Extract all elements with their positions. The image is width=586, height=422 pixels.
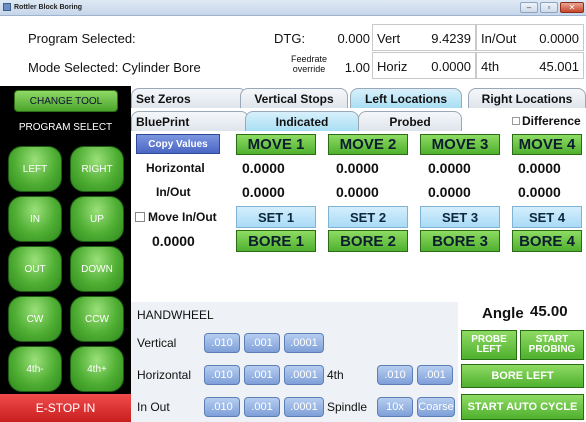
spindle-coarse-button[interactable]: Coarse: [417, 397, 455, 417]
horizontal-inc-010-button[interactable]: .010: [204, 365, 240, 385]
close-button[interactable]: ✕: [560, 2, 584, 13]
vertical-inc-010-button[interactable]: .010: [204, 333, 240, 353]
fourth-value: 45.001: [539, 59, 579, 74]
vert-readout: Vert 9.4239: [372, 24, 476, 51]
horiz-value: 0.0000: [431, 59, 471, 74]
fourth-label: 4th: [481, 59, 500, 74]
horizontal-inc-001-button[interactable]: .001: [244, 365, 280, 385]
bore-4-button[interactable]: BORE 4: [512, 230, 582, 252]
move-4-button[interactable]: MOVE 4: [512, 134, 582, 155]
inout-value-4: 0.0000: [518, 184, 561, 200]
jog-down-button[interactable]: DOWN: [70, 246, 124, 292]
move-inout-label: Move In/Out: [148, 210, 217, 224]
jog-sidebar: CHANGE TOOL PROGRAM SELECT LEFT RIGHT IN…: [0, 86, 131, 422]
app-icon: [3, 3, 11, 11]
vert-value: 9.4239: [431, 31, 471, 46]
title-bar: Rottler Block Boring – ▫ ✕: [0, 0, 586, 16]
bore-2-button[interactable]: BORE 2: [328, 230, 408, 252]
jog-left-button[interactable]: LEFT: [8, 146, 62, 192]
horizontal-value-1: 0.0000: [242, 160, 285, 176]
set-3-button[interactable]: SET 3: [420, 206, 500, 228]
vert-label: Vert: [377, 31, 401, 46]
inout-readout: In/Out 0.0000: [476, 24, 584, 51]
angle-value: 45.00: [530, 303, 568, 320]
jog-right-button[interactable]: RIGHT: [70, 146, 124, 192]
bore-3-button[interactable]: BORE 3: [420, 230, 500, 252]
difference-checkbox[interactable]: [512, 117, 520, 125]
horizontal-inc-0001-button[interactable]: .0001: [284, 365, 324, 385]
handwheel-spindle-label: Spindle: [327, 400, 368, 414]
jog-in-button[interactable]: IN: [8, 196, 62, 242]
start-auto-cycle-button[interactable]: START AUTO CYCLE: [461, 394, 584, 420]
jog-fourth-plus-button[interactable]: 4th+: [70, 346, 124, 392]
horizontal-value-3: 0.0000: [428, 160, 471, 176]
window-title: Rottler Block Boring: [14, 4, 83, 11]
handwheel-inout-label: In Out: [137, 400, 170, 414]
inout-value: 0.0000: [539, 31, 579, 46]
move-inout-checkbox[interactable]: [135, 212, 145, 222]
handwheel-panel: HANDWHEEL Vertical Horizontal In Out .01…: [131, 302, 458, 422]
set-1-button[interactable]: SET 1: [236, 206, 316, 228]
move-2-button[interactable]: MOVE 2: [328, 134, 408, 155]
inout-row-label: In/Out: [156, 185, 191, 199]
program-selected-label: Program Selected:: [28, 31, 136, 46]
tab-left-locations[interactable]: Left Locations: [350, 88, 462, 108]
horiz-readout: Horiz 0.0000: [372, 52, 476, 79]
tab-set-zeros[interactable]: Set Zeros: [131, 88, 247, 108]
tab-right-locations[interactable]: Right Locations: [468, 88, 586, 108]
horizontal-row-label: Horizontal: [146, 161, 205, 175]
angle-label: Angle: [482, 305, 524, 322]
inout-value-2: 0.0000: [336, 184, 379, 200]
inout-label: In/Out: [481, 31, 517, 46]
vertical-inc-0001-button[interactable]: .0001: [284, 333, 324, 353]
tab-vertical-stops[interactable]: Vertical Stops: [240, 88, 348, 108]
jog-ccw-button[interactable]: CCW: [70, 296, 124, 342]
inout-inc-0001-button[interactable]: .0001: [284, 397, 324, 417]
horiz-label: Horiz: [377, 59, 408, 74]
jog-out-button[interactable]: OUT: [8, 246, 62, 292]
set-4-button[interactable]: SET 4: [512, 206, 582, 228]
fourth-inc-010-button[interactable]: .010: [377, 365, 413, 385]
program-select-button[interactable]: PROGRAM SELECT: [0, 122, 131, 133]
handwheel-fourth-label: 4th: [327, 368, 344, 382]
feedrate-value: 1.00: [344, 60, 370, 75]
handwheel-title: HANDWHEEL: [137, 308, 214, 322]
set-2-button[interactable]: SET 2: [328, 206, 408, 228]
handwheel-vertical-label: Vertical: [137, 336, 177, 350]
fourth-readout: 4th 45.001: [476, 52, 584, 79]
bore-left-button[interactable]: BORE LEFT: [461, 364, 584, 388]
tab-probed[interactable]: Probed: [358, 111, 462, 131]
jog-fourth-minus-button[interactable]: 4th-: [8, 346, 62, 392]
inout-inc-010-button[interactable]: .010: [204, 397, 240, 417]
difference-label: Difference: [522, 114, 581, 128]
copy-values-button[interactable]: Copy Values: [136, 134, 220, 154]
feedrate-override-label: Feedrate override: [290, 54, 328, 74]
tab-indicated[interactable]: Indicated: [245, 111, 359, 131]
mode-selected-label: Mode Selected: Cylinder Bore: [28, 60, 201, 75]
inout-value-3: 0.0000: [428, 184, 471, 200]
fourth-inc-001-button[interactable]: .001: [417, 365, 453, 385]
bore-1-button[interactable]: BORE 1: [236, 230, 316, 252]
minimize-button[interactable]: –: [520, 2, 538, 13]
jog-up-button[interactable]: UP: [70, 196, 124, 242]
tab-blueprint[interactable]: BluePrint: [131, 111, 249, 131]
probe-left-button[interactable]: PROBE LEFT: [461, 330, 517, 360]
move-3-button[interactable]: MOVE 3: [420, 134, 500, 155]
dtg-label: DTG:: [274, 31, 306, 46]
handwheel-horizontal-label: Horizontal: [137, 368, 192, 382]
spindle-10x-button[interactable]: 10x: [377, 397, 413, 417]
move-1-button[interactable]: MOVE 1: [236, 134, 316, 155]
maximize-button[interactable]: ▫: [540, 2, 558, 13]
move-inout-value: 0.0000: [152, 233, 195, 249]
inout-value-1: 0.0000: [242, 184, 285, 200]
dtg-value: 0.000: [337, 31, 370, 46]
estop-button[interactable]: E-STOP IN: [0, 394, 131, 422]
horizontal-value-4: 0.0000: [518, 160, 561, 176]
start-probing-button[interactable]: START PROBING: [520, 330, 584, 360]
vertical-inc-001-button[interactable]: .001: [244, 333, 280, 353]
inout-inc-001-button[interactable]: .001: [244, 397, 280, 417]
change-tool-button[interactable]: CHANGE TOOL: [14, 90, 118, 112]
jog-cw-button[interactable]: CW: [8, 296, 62, 342]
horizontal-value-2: 0.0000: [336, 160, 379, 176]
